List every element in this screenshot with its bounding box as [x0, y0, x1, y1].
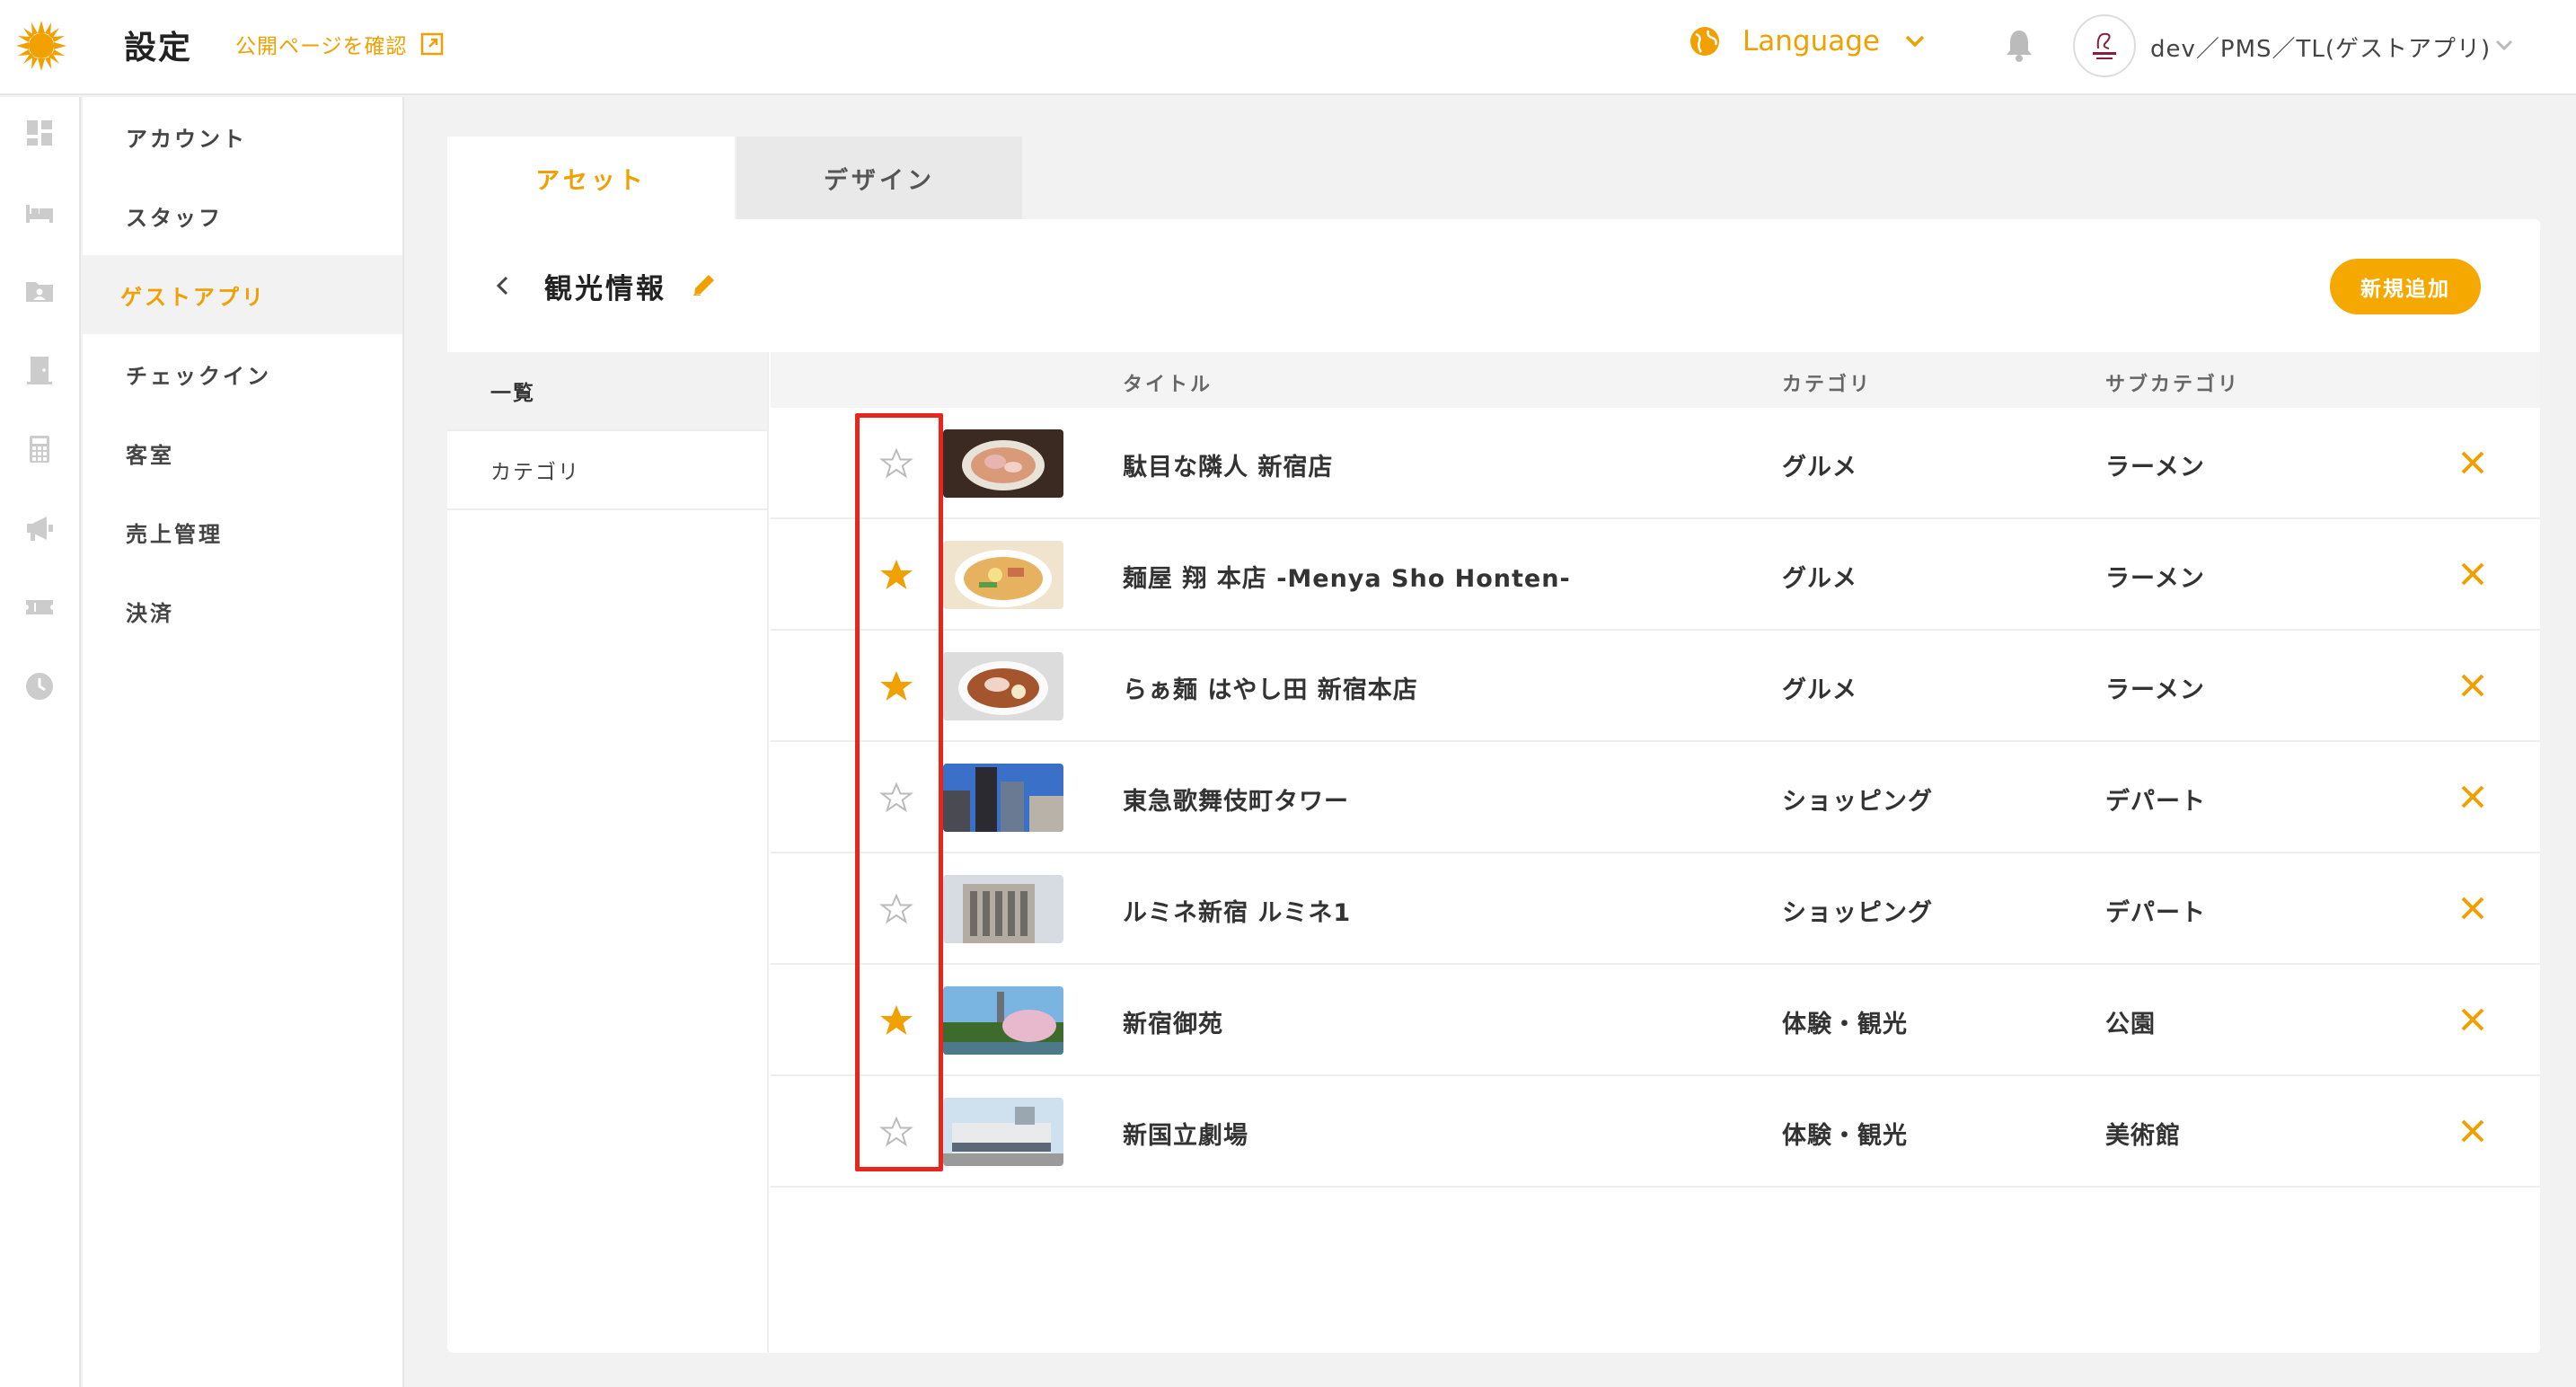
menu-item-sales[interactable]: 売上管理 [83, 492, 402, 571]
thumbnail-image [943, 986, 1063, 1055]
chevron-down-icon [1905, 35, 1925, 48]
thumbnail-image [943, 1098, 1063, 1166]
tab-design[interactable]: デザイン [737, 137, 1022, 219]
thumbnail-image [943, 764, 1063, 832]
language-selector[interactable]: Language [1689, 25, 1927, 57]
thumbnail-image [943, 875, 1063, 943]
row-subcategory: 美術館 [2105, 1122, 2181, 1150]
table-row[interactable]: ルミネ新宿 ルミネ1 ショッピング デパート [771, 853, 2540, 965]
clock-icon[interactable] [23, 670, 56, 702]
table-row[interactable]: 新宿御苑 体験・観光 公園 [771, 965, 2540, 1076]
top-header: 設定 公開ページを確認 Language dev／PMS／TL(ゲストアプリ) [0, 0, 2576, 95]
header-title: タイトル [1123, 374, 1213, 396]
menu-item-rooms[interactable]: 客室 [83, 413, 402, 492]
external-link-icon [420, 32, 443, 56]
thumbnail-image [943, 541, 1063, 609]
table-header: タイトル カテゴリ サブカテゴリ [771, 352, 2540, 408]
row-category: ショッピング [1782, 788, 1933, 816]
row-category: 体験・観光 [1782, 1122, 1908, 1150]
menu-item-guest-app[interactable]: ゲストアプリ [83, 255, 402, 334]
header-subcategory: サブカテゴリ [2105, 374, 2241, 396]
menu-item-checkin[interactable]: チェックイン [83, 334, 402, 413]
delete-x-icon[interactable] [2459, 1118, 2486, 1144]
delete-x-icon[interactable] [2459, 672, 2486, 699]
avatar[interactable] [2073, 14, 2136, 77]
tab-assets[interactable]: アセット [447, 137, 735, 219]
row-title[interactable]: ルミネ新宿 ルミネ1 [1123, 893, 1351, 928]
row-title[interactable]: 新国立劇場 [1123, 1116, 1248, 1151]
section-title: 観光情報 [544, 273, 666, 305]
settings-menu: アカウント スタッフ ゲストアプリ チェックイン 客室 売上管理 決済 [83, 97, 404, 1387]
thumbnail-image [943, 429, 1063, 498]
row-subcategory: 公園 [2105, 1011, 2156, 1038]
menu-item-payment[interactable]: 決済 [83, 571, 402, 650]
language-label: Language [1742, 25, 1880, 57]
star-filled-icon[interactable] [878, 1003, 914, 1038]
public-page-link-label: 公開ページを確認 [235, 35, 408, 58]
globe-icon [1690, 27, 1719, 56]
row-subcategory: ラーメン [2105, 454, 2205, 481]
table-row[interactable]: 駄目な隣人 新宿店 グルメ ラーメン [771, 408, 2540, 519]
star-filled-icon[interactable] [878, 668, 914, 704]
row-subcategory: デパート [2105, 788, 2206, 816]
star-outline-icon[interactable] [878, 1114, 914, 1150]
row-category: グルメ [1782, 454, 1857, 481]
bed-icon[interactable] [23, 196, 56, 228]
table-row[interactable]: 麺屋 翔 本店 -Menya Sho Honten- グルメ ラーメン [771, 519, 2540, 631]
row-subcategory: ラーメン [2105, 565, 2205, 593]
table-row[interactable]: 新国立劇場 体験・観光 美術館 [771, 1076, 2540, 1188]
hotel-logo-icon [2093, 32, 2116, 59]
row-category: グルメ [1782, 676, 1857, 704]
delete-x-icon[interactable] [2459, 783, 2486, 810]
row-subcategory: デパート [2105, 899, 2206, 927]
subnav-item-list[interactable]: 一覧 [447, 352, 767, 431]
sun-logo-icon[interactable] [16, 21, 66, 71]
add-new-button[interactable]: 新規追加 [2330, 259, 2481, 314]
row-title[interactable]: 新宿御苑 [1123, 1004, 1223, 1039]
row-subcategory: ラーメン [2105, 676, 2205, 704]
row-category: ショッピング [1782, 899, 1933, 927]
star-outline-icon[interactable] [878, 780, 914, 816]
star-outline-icon[interactable] [878, 891, 914, 927]
table-row[interactable]: 東急歌舞伎町タワー ショッピング デパート [771, 742, 2540, 853]
delete-x-icon[interactable] [2459, 1006, 2486, 1033]
thumbnail-image [943, 652, 1063, 720]
star-filled-icon[interactable] [878, 557, 914, 593]
delete-x-icon[interactable] [2459, 449, 2486, 476]
row-category: グルメ [1782, 565, 1857, 593]
calculator-icon[interactable] [23, 433, 56, 465]
row-category: 体験・観光 [1782, 1011, 1908, 1038]
subnav-item-category[interactable]: カテゴリ [447, 431, 767, 510]
row-title[interactable]: 麺屋 翔 本店 -Menya Sho Honten- [1123, 559, 1571, 594]
page-title: 設定 [124, 30, 193, 66]
user-chevron-down-icon[interactable] [2493, 34, 2515, 56]
header-category: カテゴリ [1782, 374, 1873, 396]
user-name[interactable]: dev／PMS／TL(ゲストアプリ) [2150, 31, 2491, 64]
delete-x-icon[interactable] [2459, 561, 2486, 587]
star-outline-icon[interactable] [878, 446, 914, 481]
row-title[interactable]: らぁ麺 はやし田 新宿本店 [1123, 670, 1418, 705]
ticket-icon[interactable] [23, 591, 56, 623]
menu-item-account[interactable]: アカウント [83, 97, 402, 176]
guest-folder-icon[interactable] [23, 275, 56, 307]
back-chevron-icon[interactable] [490, 273, 516, 298]
pencil-icon[interactable] [690, 270, 719, 299]
row-title[interactable]: 東急歌舞伎町タワー [1123, 782, 1349, 817]
row-title[interactable]: 駄目な隣人 新宿店 [1123, 447, 1333, 482]
bell-icon[interactable] [2003, 27, 2035, 63]
icon-rail [0, 97, 81, 1387]
megaphone-icon[interactable] [23, 512, 56, 544]
table-row[interactable]: らぁ麺 はやし田 新宿本店 グルメ ラーメン [771, 631, 2540, 742]
public-page-link[interactable]: 公開ページを確認 [235, 29, 444, 59]
door-icon[interactable] [23, 354, 56, 386]
menu-item-staff[interactable]: スタッフ [83, 176, 402, 255]
sub-navigation: 一覧 カテゴリ [447, 352, 769, 1353]
content-card: 観光情報 新規追加 一覧 カテゴリ タイトル カテゴリ サブカテゴリ 駄目な隣人… [447, 219, 2540, 1353]
dashboard-icon[interactable] [23, 117, 56, 149]
delete-x-icon[interactable] [2459, 895, 2486, 922]
assets-table: タイトル カテゴリ サブカテゴリ 駄目な隣人 新宿店 グルメ ラーメン 麺屋 翔 本店… [771, 352, 2540, 1188]
